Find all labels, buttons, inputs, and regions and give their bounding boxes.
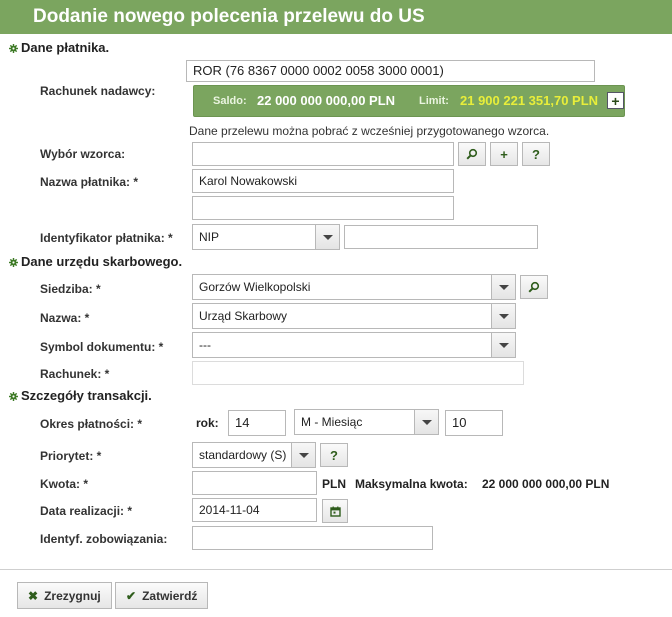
amount-input[interactable] xyxy=(192,471,317,495)
check-icon: ✔ xyxy=(126,588,137,603)
priority-label: Priorytet: * xyxy=(40,449,102,463)
add-limit-button[interactable]: + xyxy=(607,92,624,109)
calendar-icon xyxy=(329,506,341,517)
chevron-down-icon xyxy=(315,225,339,249)
currency-label: PLN xyxy=(322,477,346,491)
close-icon: ✖ xyxy=(28,588,39,603)
document-symbol-select[interactable]: --- xyxy=(192,332,516,358)
chevron-down-icon xyxy=(491,275,515,299)
template-label: Wybór wzorca: xyxy=(40,147,126,161)
office-account-input[interactable] xyxy=(192,361,524,385)
document-symbol-label: Symbol dokumentu: * xyxy=(40,340,164,354)
office-name-label: Nazwa: * xyxy=(40,311,90,325)
confirm-button-label: Zatwierdź xyxy=(142,588,198,603)
payer-id-type-select[interactable]: NIP xyxy=(192,224,340,250)
gear-bullet-icon xyxy=(9,44,18,53)
search-office-button[interactable] xyxy=(520,275,548,299)
limit-value: 21 900 221 351,70 PLN xyxy=(460,93,599,108)
confirm-button[interactable]: ✔ Zatwierdź xyxy=(115,582,209,609)
priority-value: standardowy (S) xyxy=(199,448,287,462)
add-template-button[interactable]: + xyxy=(490,142,518,166)
year-input[interactable]: 14 xyxy=(228,410,286,436)
seat-label: Siedziba: * xyxy=(40,282,101,296)
office-name-select[interactable]: Urząd Skarbowy xyxy=(192,303,516,329)
payer-id-type-value: NIP xyxy=(199,230,220,244)
seat-value: Gorzów Wielkopolski xyxy=(199,280,311,294)
office-name-value: Urząd Skarbowy xyxy=(199,309,288,323)
chevron-down-icon xyxy=(491,304,515,328)
limit-label: Limit: xyxy=(419,95,449,107)
period-type-select[interactable]: M - Miesiąc xyxy=(294,409,439,435)
search-icon xyxy=(466,148,478,160)
section-title-payer: Dane płatnika. xyxy=(21,40,110,55)
obligation-label: Identyf. zobowiązania: xyxy=(40,532,168,546)
document-symbol-value: --- xyxy=(199,338,211,352)
chevron-down-icon xyxy=(491,333,515,357)
payer-id-label: Identyfikator płatnika: * xyxy=(40,231,173,245)
section-title-transaction: Szczegóły transakcji. xyxy=(21,388,152,403)
section-title-office: Dane urzędu skarbowego. xyxy=(21,254,183,269)
balance-value: 22 000 000 000,00 PLN xyxy=(257,93,396,108)
footer-divider xyxy=(0,569,672,570)
balance-bar: Saldo: 22 000 000 000,00 PLN Limit: 21 9… xyxy=(193,85,625,117)
gear-bullet-icon xyxy=(9,258,18,267)
payer-name-input-2[interactable] xyxy=(192,196,454,220)
search-icon xyxy=(528,281,540,293)
cancel-button[interactable]: ✖ Zrezygnuj xyxy=(17,582,112,609)
chevron-down-icon xyxy=(414,410,438,434)
cancel-button-label: Zrezygnuj xyxy=(44,588,101,603)
account-input[interactable]: ROR (76 8367 0000 0002 0058 3000 0001) xyxy=(186,60,595,82)
template-hint: Dane przelewu można pobrać z wcześniej p… xyxy=(189,124,550,138)
obligation-input[interactable] xyxy=(192,526,433,550)
amount-label: Kwota: * xyxy=(40,477,88,491)
page-title: Dodanie nowego polecenia przelewu do US xyxy=(33,6,425,27)
max-amount-label: Maksymalna kwota: xyxy=(355,477,468,491)
balance-label: Saldo: xyxy=(213,95,247,107)
help-priority-button[interactable]: ? xyxy=(320,443,348,467)
payer-name-label: Nazwa płatnika: * xyxy=(40,175,139,189)
priority-select[interactable]: standardowy (S) xyxy=(192,442,316,468)
period-type-value: M - Miesiąc xyxy=(301,415,363,429)
calendar-button[interactable] xyxy=(322,499,348,523)
search-template-button[interactable] xyxy=(458,142,486,166)
year-label: rok: xyxy=(196,416,219,430)
payer-id-input[interactable] xyxy=(344,225,538,249)
template-input[interactable] xyxy=(192,142,454,166)
office-account-label: Rachunek: * xyxy=(40,367,110,381)
period-label: Okres płatności: * xyxy=(40,417,143,431)
chevron-down-icon xyxy=(291,443,315,467)
gear-bullet-icon xyxy=(9,392,18,401)
seat-select[interactable]: Gorzów Wielkopolski xyxy=(192,274,516,300)
date-label: Data realizacji: * xyxy=(40,504,133,518)
date-input[interactable]: 2014-11-04 xyxy=(192,498,317,522)
max-amount-value: 22 000 000 000,00 PLN xyxy=(482,477,610,491)
payer-name-input[interactable]: Karol Nowakowski xyxy=(192,169,454,193)
account-label: Rachunek nadawcy: xyxy=(40,84,156,98)
period-value-input[interactable]: 10 xyxy=(445,410,503,436)
help-template-button[interactable]: ? xyxy=(522,142,550,166)
